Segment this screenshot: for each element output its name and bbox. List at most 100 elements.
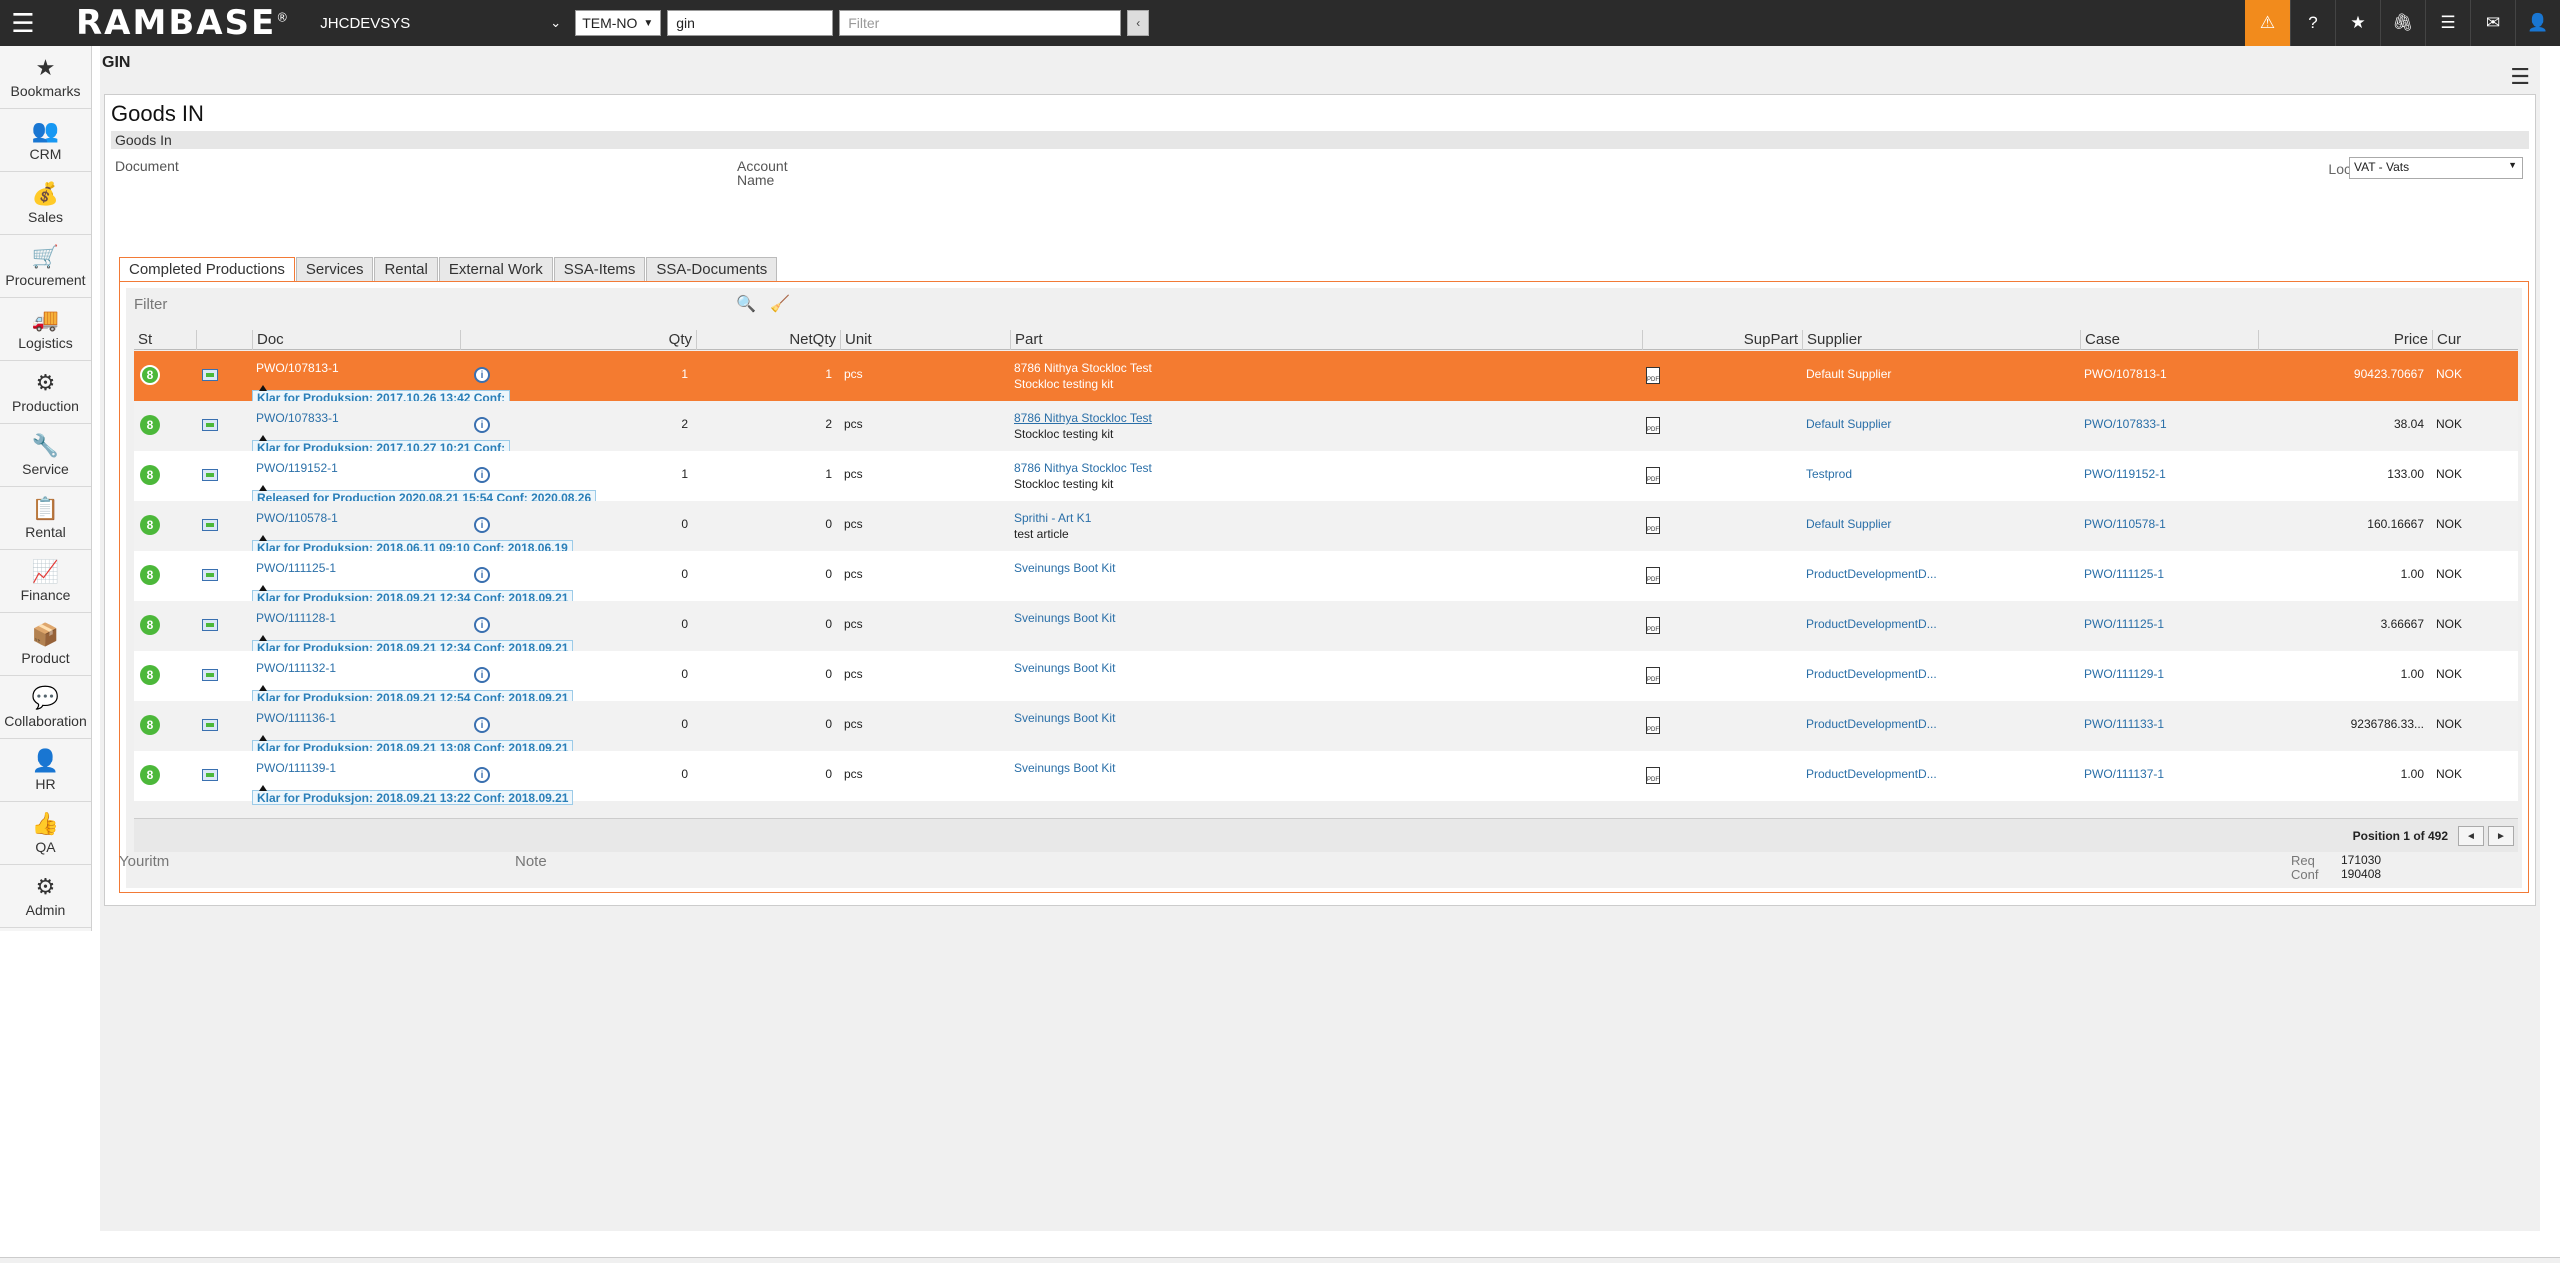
pdf-icon[interactable]: PDF xyxy=(1646,717,1660,734)
case-link[interactable]: PWO/111129-1 xyxy=(2084,667,2164,681)
document-icon[interactable] xyxy=(202,419,218,431)
doc-link[interactable]: PWO/107833-1 xyxy=(256,411,339,425)
doc-link[interactable]: PWO/107813-1 xyxy=(256,361,339,375)
rambase-logo[interactable]: RAMBASE® xyxy=(76,3,290,43)
col-cur[interactable]: Cur xyxy=(2432,330,2518,350)
doc-link[interactable]: PWO/111132-1 xyxy=(256,661,336,675)
document-icon[interactable] xyxy=(202,369,218,381)
sidebar-item-collaboration[interactable]: 💬 Collaboration xyxy=(0,676,91,739)
part-link[interactable]: Sveinungs Boot Kit xyxy=(1014,711,1115,725)
supplier-link[interactable]: Default Supplier xyxy=(1806,417,1891,431)
supplier-link[interactable]: ProductDevelopmentD... xyxy=(1806,567,1937,581)
pdf-icon[interactable]: PDF xyxy=(1646,667,1660,684)
col-part[interactable]: Part xyxy=(1010,330,1642,350)
document-icon[interactable] xyxy=(202,669,218,681)
table-row[interactable]: 8 PWO/111125-1 Klar for Produksjon: 2018.0… xyxy=(134,551,2518,605)
document-icon[interactable] xyxy=(202,619,218,631)
tab-rental[interactable]: Rental xyxy=(374,257,438,281)
star-icon[interactable]: ★ xyxy=(2335,0,2380,46)
document-icon[interactable] xyxy=(202,719,218,731)
collapse-button[interactable]: ‹ xyxy=(1127,10,1150,36)
case-link[interactable]: PWO/111133-1 xyxy=(2084,717,2164,731)
sidebar-item-hr[interactable]: 👤 HR xyxy=(0,739,91,802)
case-link[interactable]: PWO/111137-1 xyxy=(2084,767,2164,781)
page-menu-icon[interactable]: ☰ xyxy=(2510,64,2530,90)
filter-input[interactable]: Filter xyxy=(839,10,1122,36)
part-link[interactable]: Sveinungs Boot Kit xyxy=(1014,661,1115,675)
sidebar-item-procurement[interactable]: 🛒 Procurement xyxy=(0,235,91,298)
sidebar-item-product[interactable]: 📦 Product xyxy=(0,613,91,676)
program-input[interactable]: gin xyxy=(667,10,834,36)
doc-link[interactable]: PWO/111136-1 xyxy=(256,711,336,725)
sidebar-item-production[interactable]: ⚙ Production xyxy=(0,361,91,424)
col-qty[interactable]: Qty xyxy=(460,330,696,350)
document-icon[interactable] xyxy=(202,469,218,481)
sidebar-item-sales[interactable]: 💰 Sales xyxy=(0,172,91,235)
doc-link[interactable]: PWO/111139-1 xyxy=(256,761,336,775)
part-link[interactable]: Sveinungs Boot Kit xyxy=(1014,611,1115,625)
part-link[interactable]: 8786 Nithya Stockloc Test xyxy=(1014,411,1152,425)
clear-filter-icon[interactable]: 🧹 xyxy=(770,294,790,314)
doc-link[interactable]: PWO/111128-1 xyxy=(256,611,336,625)
col-price[interactable]: Price xyxy=(2258,330,2432,350)
supplier-link[interactable]: Default Supplier xyxy=(1806,517,1891,531)
part-link[interactable]: Sveinungs Boot Kit xyxy=(1014,761,1115,775)
tab-external-work[interactable]: External Work xyxy=(438,257,553,281)
case-link[interactable]: PWO/107833-1 xyxy=(2084,417,2167,431)
tab-completed-productions[interactable]: Completed Productions xyxy=(119,257,295,281)
prev-page-button[interactable]: ◄ xyxy=(2458,826,2484,846)
tab-ssa-items[interactable]: SSA-Items xyxy=(553,257,646,281)
case-link[interactable]: PWO/111125-1 xyxy=(2084,567,2164,581)
warning-icon[interactable]: ⚠ xyxy=(2245,0,2290,46)
mail-icon[interactable]: ✉ xyxy=(2470,0,2515,46)
col-netqty[interactable]: NetQty xyxy=(696,330,840,350)
loc-select[interactable]: VAT - Vats ▼ xyxy=(2349,157,2523,179)
help-icon[interactable]: ? xyxy=(2290,0,2335,46)
document-icon[interactable] xyxy=(202,569,218,581)
pdf-icon[interactable]: PDF xyxy=(1646,567,1660,584)
case-link[interactable]: PWO/110578-1 xyxy=(2084,517,2166,531)
case-link[interactable]: PWO/111125-1 xyxy=(2084,617,2164,631)
tab-ssa-documents[interactable]: SSA-Documents xyxy=(646,257,778,281)
sidebar-item-finance[interactable]: 📈 Finance xyxy=(0,550,91,613)
supplier-link[interactable]: ProductDevelopmentD... xyxy=(1806,717,1937,731)
sidebar-item-rental[interactable]: 📋 Rental xyxy=(0,487,91,550)
part-link[interactable]: Sprithi - Art K1 xyxy=(1014,511,1091,525)
document-icon[interactable] xyxy=(202,769,218,781)
user-icon[interactable]: 👤 xyxy=(2515,0,2560,46)
table-row[interactable]: 8 PWO/111132-1 Klar for Produksjon: 2018.0… xyxy=(134,651,2518,705)
table-row[interactable]: 8 PWO/107813-1 Klar for Produksjon: 2017.1… xyxy=(134,351,2518,405)
col-unit[interactable]: Unit xyxy=(840,330,1010,350)
supplier-link[interactable]: ProductDevelopmentD... xyxy=(1806,767,1937,781)
table-row[interactable]: 8 PWO/110578-1 Klar for Produksjon: 2018.0… xyxy=(134,501,2518,555)
pdf-icon[interactable]: PDF xyxy=(1646,617,1660,634)
pdf-icon[interactable]: PDF xyxy=(1646,417,1660,434)
tab-services[interactable]: Services xyxy=(295,257,374,281)
supplier-link[interactable]: Default Supplier xyxy=(1806,367,1891,381)
table-row[interactable]: 8 PWO/111139-1 Klar for Produksjon: 2018.0… xyxy=(134,751,2518,805)
paperclip-icon[interactable]: 🖇 xyxy=(2380,0,2425,46)
table-row[interactable]: 8 PWO/111128-1 Klar for Produksjon: 2018.0… xyxy=(134,601,2518,655)
part-link[interactable]: 8786 Nithya Stockloc Test xyxy=(1014,461,1152,475)
table-row[interactable]: 8 PWO/107833-1 Klar for Produksjon: 2017.1… xyxy=(134,401,2518,455)
col-doc[interactable]: Doc xyxy=(252,330,460,350)
sidebar-item-qa[interactable]: 👍 QA xyxy=(0,802,91,865)
document-icon[interactable] xyxy=(202,519,218,531)
pdf-icon[interactable]: PDF xyxy=(1646,367,1660,384)
supplier-link[interactable]: Testprod xyxy=(1806,467,1852,481)
table-row[interactable]: 8 PWO/111136-1 Klar for Produksjon: 2018.0… xyxy=(134,701,2518,755)
sidebar-item-logistics[interactable]: 🚚 Logistics xyxy=(0,298,91,361)
col-case[interactable]: Case xyxy=(2080,330,2258,350)
pdf-icon[interactable]: PDF xyxy=(1646,517,1660,534)
part-link[interactable]: Sveinungs Boot Kit xyxy=(1014,561,1115,575)
col-suppart[interactable]: SupPart xyxy=(1642,330,1802,350)
next-page-button[interactable]: ► xyxy=(2488,826,2514,846)
sidebar-item-crm[interactable]: 👥 CRM xyxy=(0,109,91,172)
company-dropdown-icon[interactable]: ⌄ xyxy=(550,15,561,31)
supplier-link[interactable]: ProductDevelopmentD... xyxy=(1806,667,1937,681)
pdf-icon[interactable]: PDF xyxy=(1646,767,1660,784)
table-row[interactable]: 8 PWO/119152-1 Released for Production 202… xyxy=(134,451,2518,505)
col-st[interactable]: St xyxy=(134,330,196,350)
horizontal-scrollbar[interactable] xyxy=(0,1257,2560,1263)
sidebar-item-admin[interactable]: ⚙ Admin xyxy=(0,865,91,928)
